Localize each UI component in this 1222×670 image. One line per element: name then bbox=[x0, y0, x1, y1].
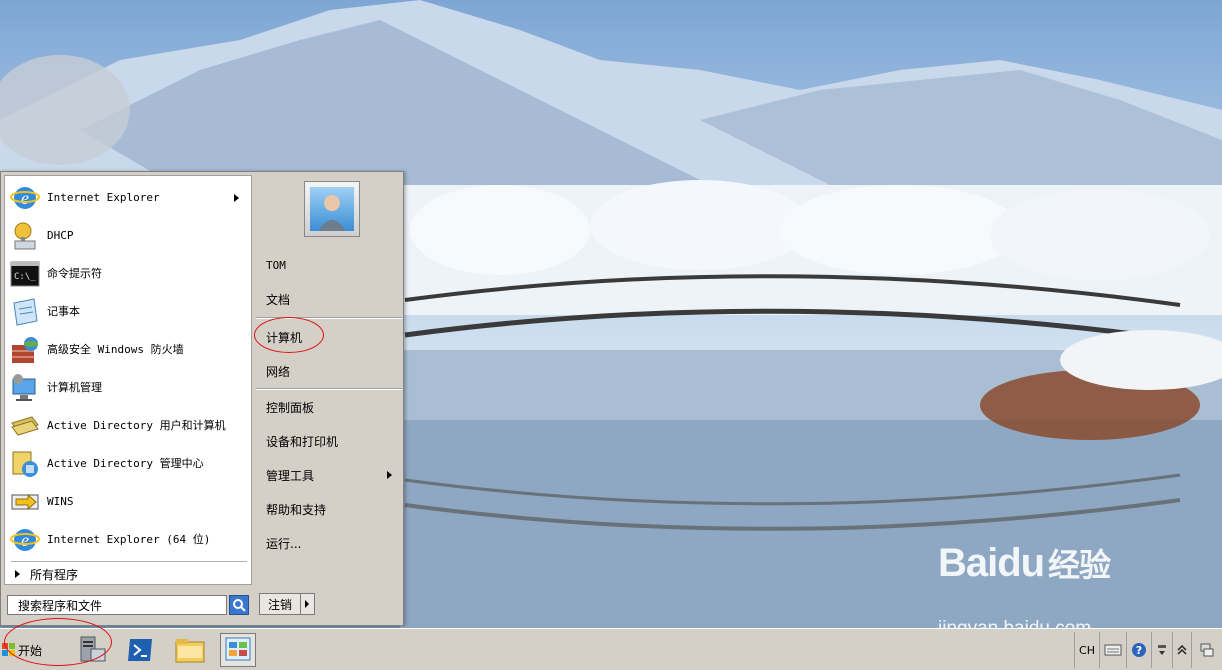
program-item-internet-explorer[interactable]: e Internet Explorer bbox=[9, 180, 249, 216]
start-button[interactable]: 开始 bbox=[2, 633, 48, 667]
search-placeholder: 搜索程序和文件 bbox=[18, 598, 103, 613]
program-item-command-prompt[interactable]: C:\_ 命令提示符 bbox=[9, 256, 249, 292]
notepad-icon bbox=[9, 296, 41, 328]
ad-users-icon bbox=[9, 410, 41, 442]
network-icon bbox=[1200, 643, 1214, 657]
places-item-devices-printers[interactable]: 设备和打印机 bbox=[266, 429, 396, 453]
program-item-firewall[interactable]: 高级安全 Windows 防火墙 bbox=[9, 332, 249, 368]
places-label: 计算机 bbox=[266, 330, 303, 345]
start-menu-programs-pane: e Internet Explorer DHCP C:\_ 命令提示符 记事本 bbox=[4, 175, 252, 585]
program-label: 计算机管理 bbox=[47, 381, 102, 394]
taskbar: 开始 CH ? bbox=[0, 628, 1222, 670]
control-panel-icon bbox=[225, 637, 251, 661]
language-label: CH bbox=[1079, 643, 1095, 657]
program-item-wins[interactable]: WINS bbox=[9, 484, 249, 520]
places-item-help-support[interactable]: 帮助和支持 bbox=[266, 497, 396, 521]
taskbar-control-panel[interactable] bbox=[220, 633, 256, 667]
keyboard-icon bbox=[1104, 644, 1122, 656]
start-menu-places-pane: TOM 文档 计算机 网络 控制面板 设备和打印机 管理工具 帮助和支持 运行.… bbox=[256, 175, 402, 585]
start-menu: e Internet Explorer DHCP C:\_ 命令提示符 记事本 bbox=[0, 171, 404, 626]
places-item-control-panel[interactable]: 控制面板 bbox=[266, 395, 396, 419]
svg-text:?: ? bbox=[1136, 644, 1142, 657]
svg-text:C:\_: C:\_ bbox=[14, 272, 36, 282]
program-label: Internet Explorer bbox=[47, 191, 160, 204]
search-button[interactable] bbox=[229, 595, 249, 615]
submenu-arrow-icon bbox=[234, 194, 239, 202]
program-label: 高级安全 Windows 防火墙 bbox=[47, 343, 184, 356]
program-label: Active Directory 管理中心 bbox=[47, 457, 204, 470]
tray-help[interactable]: ? bbox=[1126, 632, 1151, 668]
places-item-run[interactable]: 运行... bbox=[266, 531, 396, 555]
tray-keyboard[interactable] bbox=[1099, 632, 1126, 668]
tray-network[interactable] bbox=[1191, 632, 1222, 668]
program-item-notepad[interactable]: 记事本 bbox=[9, 294, 249, 330]
program-label: 记事本 bbox=[47, 305, 80, 318]
taskbar-server-manager[interactable] bbox=[74, 633, 110, 667]
language-indicator[interactable]: CH bbox=[1074, 632, 1099, 668]
user-name-label: TOM bbox=[266, 258, 286, 272]
logoff-options-arrow-icon[interactable] bbox=[305, 600, 309, 608]
logoff-button[interactable]: 注销 bbox=[259, 593, 315, 615]
program-item-internet-explorer-64[interactable]: e Internet Explorer (64 位) bbox=[9, 522, 249, 558]
user-avatar-icon bbox=[310, 187, 354, 231]
chevron-up-icon bbox=[1177, 644, 1187, 655]
system-tray: CH ? bbox=[1074, 632, 1222, 668]
explorer-folder-icon bbox=[175, 639, 205, 663]
programs-divider bbox=[11, 561, 247, 562]
places-label: 帮助和支持 bbox=[266, 502, 327, 517]
program-item-ad-admin-center[interactable]: Active Directory 管理中心 bbox=[9, 446, 249, 482]
search-input[interactable]: 搜索程序和文件 bbox=[7, 595, 227, 615]
places-label: 设备和打印机 bbox=[266, 434, 339, 449]
program-label: 命令提示符 bbox=[47, 267, 102, 280]
places-item-admin-tools[interactable]: 管理工具 bbox=[266, 463, 396, 487]
program-item-computer-management[interactable]: 计算机管理 bbox=[9, 370, 249, 406]
places-label: 控制面板 bbox=[266, 400, 315, 415]
program-label: WINS bbox=[47, 495, 74, 508]
firewall-icon bbox=[9, 334, 41, 366]
tray-show-hidden[interactable] bbox=[1172, 632, 1191, 668]
start-label: 开始 bbox=[18, 643, 43, 658]
windows-logo-icon bbox=[2, 643, 15, 656]
places-item-documents[interactable]: 文档 bbox=[266, 287, 396, 311]
command-prompt-icon: C:\_ bbox=[9, 258, 41, 290]
program-item-ad-users[interactable]: Active Directory 用户和计算机 bbox=[9, 408, 249, 444]
wins-icon bbox=[9, 486, 41, 518]
all-programs-label: 所有程序 bbox=[30, 567, 79, 582]
user-avatar[interactable] bbox=[304, 181, 360, 237]
baidu-watermark: Baidu 经验 bbox=[938, 540, 1111, 586]
watermark-brand-cn: 经验 bbox=[1047, 546, 1111, 584]
ad-admin-center-icon bbox=[9, 448, 41, 480]
program-label: DHCP bbox=[47, 229, 74, 242]
user-name-link[interactable]: TOM bbox=[266, 253, 396, 277]
places-divider bbox=[256, 388, 402, 390]
powershell-icon bbox=[128, 639, 152, 661]
places-label: 管理工具 bbox=[266, 468, 315, 483]
logoff-label: 注销 bbox=[267, 597, 292, 612]
triangle-right-icon bbox=[15, 570, 20, 578]
program-label: Active Directory 用户和计算机 bbox=[47, 419, 226, 432]
help-icon: ? bbox=[1132, 643, 1146, 657]
options-menu-icon bbox=[1158, 645, 1166, 655]
computer-management-icon bbox=[9, 372, 41, 404]
places-item-computer[interactable]: 计算机 bbox=[266, 325, 396, 349]
places-divider bbox=[256, 317, 402, 319]
places-label: 运行... bbox=[266, 536, 302, 551]
program-label: Internet Explorer (64 位) bbox=[47, 533, 211, 546]
places-item-network[interactable]: 网络 bbox=[266, 359, 396, 383]
dhcp-icon bbox=[9, 220, 41, 252]
submenu-arrow-icon bbox=[387, 471, 392, 479]
places-label: 网络 bbox=[266, 364, 291, 379]
taskbar-powershell[interactable] bbox=[122, 633, 158, 667]
watermark-brand: Baidu bbox=[938, 541, 1045, 585]
tray-options[interactable] bbox=[1151, 632, 1172, 668]
places-label: 文档 bbox=[266, 292, 291, 307]
logoff-divider bbox=[300, 594, 301, 614]
taskbar-explorer[interactable] bbox=[172, 633, 208, 667]
internet-explorer-icon: e bbox=[9, 182, 41, 214]
search-icon bbox=[233, 599, 246, 612]
program-item-dhcp[interactable]: DHCP bbox=[9, 218, 249, 254]
server-manager-icon bbox=[80, 636, 106, 662]
internet-explorer-64-icon: e bbox=[9, 524, 41, 556]
all-programs-button[interactable]: 所有程序 bbox=[9, 564, 249, 584]
